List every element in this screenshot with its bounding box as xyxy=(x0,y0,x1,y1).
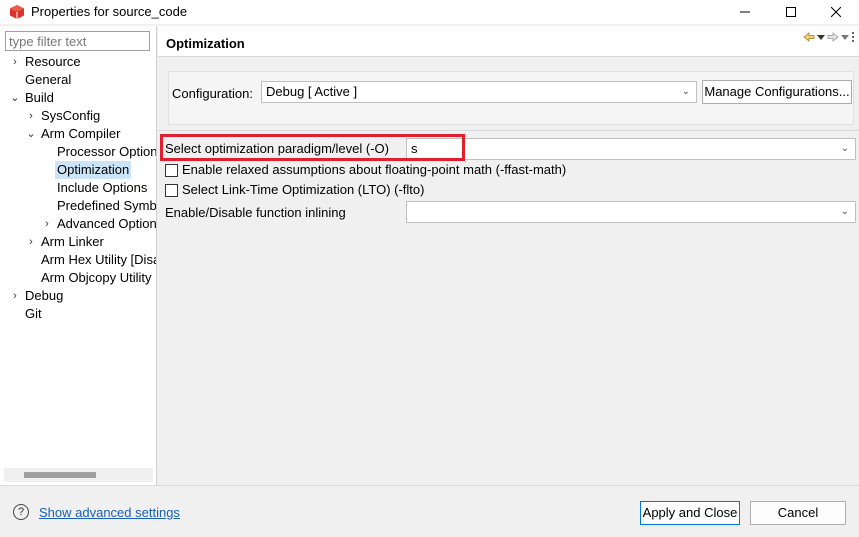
tree-item[interactable]: Git xyxy=(0,305,156,323)
tree-item[interactable]: Predefined Symbols xyxy=(0,197,156,215)
chevron-down-icon[interactable]: ⌄ xyxy=(9,89,21,107)
tree-item[interactable]: Arm Hex Utility [Disabled] xyxy=(0,251,156,269)
tree-item[interactable]: › SysConfig xyxy=(0,107,156,125)
filter-input[interactable] xyxy=(5,31,150,51)
fast-math-label: Enable relaxed assumptions about floatin… xyxy=(182,162,567,177)
tree-item[interactable]: ⌄ Arm Compiler xyxy=(0,125,156,143)
tree-item-label: SysConfig xyxy=(41,108,101,123)
tree-item[interactable]: General xyxy=(0,71,156,89)
title-bar: Properties for source_code xyxy=(0,0,859,24)
help-icon[interactable]: ? xyxy=(13,504,29,520)
chevron-down-icon: ⌄ xyxy=(681,86,690,97)
lto-label: Select Link-Time Optimization (LTO) (-fl… xyxy=(182,182,425,197)
window-title: Properties for source_code xyxy=(31,4,188,19)
chevron-down-icon[interactable]: ⌄ xyxy=(25,125,37,143)
lto-checkbox[interactable] xyxy=(165,183,178,197)
tree-item-label: Predefined Symbols xyxy=(57,198,156,213)
chevron-right-icon[interactable]: › xyxy=(9,287,21,305)
cancel-button[interactable]: Cancel xyxy=(750,501,846,525)
tree-item[interactable]: › Resource xyxy=(0,53,156,71)
navigation-pane: › Resource General ⌄ Build › SysConfig ⌄ Arm Com… xyxy=(0,26,157,485)
dialog-footer: ? Show advanced settings Apply and Close… xyxy=(0,485,859,537)
page-title: Optimization xyxy=(166,36,245,51)
tree-item-label: Build xyxy=(25,90,54,105)
cube-icon xyxy=(10,5,24,19)
configuration-label: Configuration: xyxy=(172,86,253,101)
tree-item[interactable]: › Debug xyxy=(0,287,156,305)
tree-item-label: Processor Options xyxy=(57,144,156,159)
configuration-panel: Configuration: Debug [ Active ] ⌄ Manage… xyxy=(168,71,854,125)
properties-page: Optimization Configuration: Debug [ Acti… xyxy=(158,26,859,485)
tree-item-label: Optimization xyxy=(55,161,132,179)
chevron-right-icon[interactable]: › xyxy=(25,107,37,125)
highlight-annotation xyxy=(160,134,465,161)
back-arrow-icon[interactable] xyxy=(803,31,815,43)
close-icon xyxy=(831,7,841,17)
dropdown-icon[interactable] xyxy=(841,33,849,41)
scrollbar-thumb[interactable] xyxy=(24,472,96,478)
configuration-select[interactable]: Debug [ Active ] ⌄ xyxy=(261,81,697,103)
tree-item-label: Git xyxy=(25,306,42,321)
chevron-down-icon: ⌄ xyxy=(840,206,849,217)
tree-item-label: General xyxy=(25,72,72,87)
tree-item-label: Arm Linker xyxy=(41,234,104,249)
tree-item-label: Arm Objcopy Utility xyxy=(41,270,152,285)
maximize-icon xyxy=(786,7,796,17)
manage-configurations-button[interactable]: Manage Configurations... xyxy=(702,80,852,104)
divider xyxy=(158,130,859,131)
inlining-label: Enable/Disable function inlining xyxy=(165,205,346,220)
fast-math-checkbox[interactable] xyxy=(165,163,178,177)
page-header: Optimization xyxy=(158,26,859,57)
page-nav-toolbar xyxy=(803,31,855,43)
horizontal-scrollbar[interactable] xyxy=(4,468,153,482)
tree-item[interactable]: Optimization xyxy=(0,161,156,179)
lto-checkbox-row[interactable]: Select Link-Time Optimization (LTO) (-fl… xyxy=(165,181,424,199)
tree-item-label: Resource xyxy=(25,54,81,69)
configuration-value: Debug [ Active ] xyxy=(266,84,358,99)
fast-math-checkbox-row[interactable]: Enable relaxed assumptions about floatin… xyxy=(165,161,566,179)
chevron-right-icon[interactable]: › xyxy=(9,53,21,71)
tree-item[interactable]: › Advanced Options xyxy=(0,215,156,233)
maximize-button[interactable] xyxy=(768,0,814,24)
tree-item-label: Arm Compiler xyxy=(41,126,121,141)
tree-item-label: Arm Hex Utility [Disabled] xyxy=(41,252,156,267)
chevron-down-icon: ⌄ xyxy=(840,143,849,154)
show-advanced-settings-link[interactable]: Show advanced settings xyxy=(39,505,180,520)
tree-item[interactable]: Arm Objcopy Utility xyxy=(0,269,156,287)
menu-icon[interactable] xyxy=(851,31,855,43)
tree-item[interactable]: Include Options xyxy=(0,179,156,197)
minimize-button[interactable] xyxy=(722,0,768,24)
chevron-right-icon[interactable]: › xyxy=(41,215,53,233)
minimize-icon xyxy=(740,11,750,13)
optimization-level-select[interactable]: s ⌄ xyxy=(406,138,856,160)
tree-item[interactable]: Processor Options xyxy=(0,143,156,161)
apply-and-close-button[interactable]: Apply and Close xyxy=(640,501,740,525)
inlining-select[interactable]: ⌄ xyxy=(406,201,856,223)
close-button[interactable] xyxy=(813,0,859,24)
tree-item[interactable]: › Arm Linker xyxy=(0,233,156,251)
navigation-tree: › Resource General ⌄ Build › SysConfig ⌄ Arm Com… xyxy=(0,53,156,323)
tree-item-label: Advanced Options xyxy=(57,216,156,231)
tree-item-label: Include Options xyxy=(57,180,148,195)
forward-arrow-icon[interactable] xyxy=(827,31,839,43)
chevron-right-icon[interactable]: › xyxy=(25,233,37,251)
dropdown-icon[interactable] xyxy=(817,33,825,41)
tree-item[interactable]: ⌄ Build xyxy=(0,89,156,107)
tree-item-label: Debug xyxy=(25,288,64,303)
